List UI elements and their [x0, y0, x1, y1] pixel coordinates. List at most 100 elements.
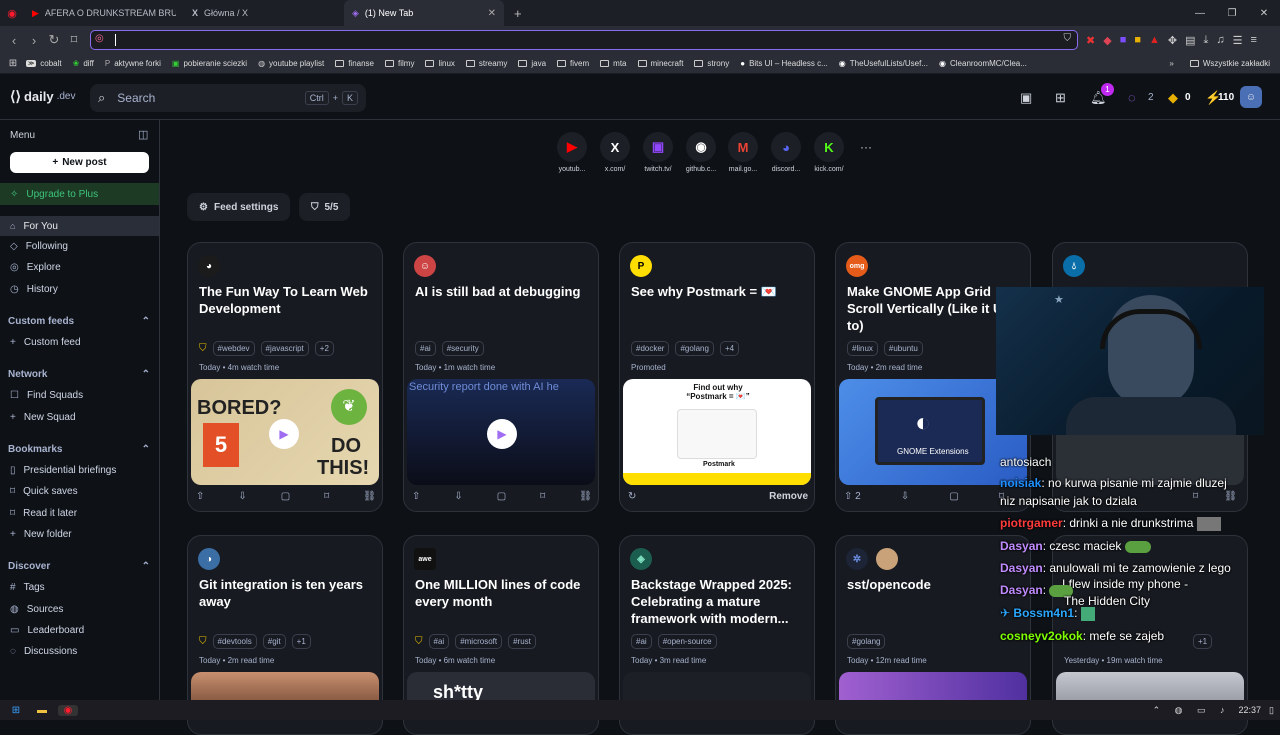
link-icon[interactable]: ⛓	[1224, 491, 1237, 502]
tag[interactable]: #ai	[415, 341, 436, 356]
bookmark-item[interactable]: ◉ CleanroomMC/Clea...	[939, 59, 1027, 68]
more-shortcuts-icon[interactable]: ···	[860, 140, 872, 154]
feed-settings-button[interactable]: ⚙︎ Feed settings	[187, 193, 291, 221]
play-icon[interactable]: ▶	[269, 419, 299, 449]
downvote-icon[interactable]: ⇩	[901, 491, 909, 502]
reload-icon[interactable]: ↻	[44, 32, 64, 48]
new-post-button[interactable]: + New post	[10, 152, 149, 173]
sidebar-item-presidential-briefings[interactable]: ▯ Presidential briefings	[10, 465, 116, 476]
opera-menu-icon[interactable]: ◉	[0, 7, 24, 20]
tag[interactable]: #golang	[675, 341, 714, 356]
close-tab-icon[interactable]: ✕	[488, 8, 496, 19]
extension-pink-icon[interactable]: ◆	[1103, 34, 1111, 47]
tag[interactable]: #golang	[847, 634, 886, 649]
source-avatar[interactable]: ✲	[846, 548, 868, 570]
source-avatar[interactable]: omg	[846, 255, 868, 277]
bookmark-folder[interactable]: filmy	[385, 59, 414, 68]
comment-icon[interactable]: ▢	[281, 491, 290, 502]
apps-grid-icon[interactable]: ⊞	[0, 58, 26, 69]
new-tab-icon[interactable]: +	[514, 6, 522, 21]
tag[interactable]: #rust	[508, 634, 536, 649]
bookmark-item[interactable]: Paktywne forki	[105, 59, 161, 68]
sidebar-item-new-folder[interactable]: + New folder	[10, 529, 72, 540]
opera-taskbar-icon[interactable]: ◉	[58, 704, 78, 716]
shortcut-kick[interactable]: Kkick.com/	[809, 132, 849, 173]
coin-icon[interactable]: ◆	[1168, 90, 1178, 106]
source-avatar[interactable]: 💧︎	[1063, 255, 1085, 277]
bookmark-folder[interactable]: minecraft	[637, 59, 683, 68]
notifications-icon[interactable]: ▯	[1269, 705, 1274, 716]
tag[interactable]: #javascript	[260, 341, 309, 356]
tag[interactable]: #open-source	[657, 634, 717, 649]
extension-purple-icon[interactable]: ■	[1120, 34, 1127, 46]
source-avatar[interactable]: ☺	[414, 255, 436, 277]
sidebar-item-quick-saves[interactable]: ⌑ Quick saves	[10, 486, 78, 497]
bookmark-folder[interactable]: strony	[694, 59, 729, 68]
tab-youtube[interactable]: ▶ AFERA O DRUNKSTREAM BRUCEI!? N	[24, 0, 184, 26]
bookmark-folder[interactable]: linux	[425, 59, 455, 68]
post-thumbnail[interactable]: Security report done with AI he ▶	[407, 379, 595, 485]
post-title[interactable]: sst/opencode	[847, 576, 1025, 593]
back-icon[interactable]: ‹	[4, 33, 24, 48]
post-card[interactable]: ☺ AI is still bad at debugging #ai #secu…	[403, 242, 599, 512]
sidebar-item-leaderboard[interactable]: ▭ Leaderboard	[10, 625, 84, 636]
all-bookmarks[interactable]: Wszystkie zakładki	[1189, 59, 1270, 68]
sidebar-item-for-you[interactable]: ⌂ For You	[0, 216, 159, 236]
sidebar-item-sources[interactable]: ◍ Sources	[10, 604, 63, 615]
address-input[interactable]: ◎ ⛉	[90, 30, 1078, 50]
section-discover[interactable]: Discover ⌃	[8, 561, 150, 572]
refresh-icon[interactable]: ↻	[628, 491, 636, 502]
tab-x[interactable]: X Główna / X	[184, 0, 344, 26]
upvote-icon[interactable]: ⇧	[412, 491, 420, 502]
comment-icon[interactable]: ▢	[497, 491, 506, 502]
avatar[interactable]: ☺	[1240, 86, 1262, 108]
source-avatar[interactable]: awe	[414, 548, 436, 570]
shortcut-twitch[interactable]: ▣ twitch.tv/	[638, 132, 678, 173]
downvote-icon[interactable]: ⇩	[238, 491, 246, 502]
tag[interactable]: #webdev	[212, 341, 255, 356]
tag[interactable]: #security	[441, 341, 484, 356]
tag[interactable]: #ubuntu	[883, 341, 923, 356]
minimize-icon[interactable]: —	[1184, 8, 1216, 19]
tab-new-tab[interactable]: ◈ (1) New Tab ✕	[344, 0, 504, 26]
tag[interactable]: #ai	[428, 634, 450, 649]
tag[interactable]: #microsoft	[455, 634, 503, 649]
tag[interactable]: +1	[291, 634, 311, 649]
apps-icon[interactable]: ⊞	[1055, 90, 1066, 106]
post-thumbnail[interactable]: BORED? 5 ❦ DO THIS! ▶	[191, 379, 379, 485]
collapse-sidebar-icon[interactable]: ◫	[138, 128, 148, 141]
feed-count-button[interactable]: ⛉ 5/5	[299, 193, 351, 221]
source-avatar[interactable]: ◈	[630, 548, 652, 570]
shortcut-youtube[interactable]: ▶ youtub...	[552, 132, 592, 173]
bookmark-folder[interactable]: streamy	[465, 59, 507, 68]
sidebar-item-tags[interactable]: # Tags	[10, 582, 45, 593]
upvote-icon[interactable]: ⇧	[196, 491, 204, 502]
bookmark-item[interactable]: ≫ cobalt	[26, 59, 62, 68]
link-icon[interactable]: ⛓	[363, 491, 376, 502]
bookmark-folder[interactable]: fivem	[557, 59, 589, 68]
post-card[interactable]: ◕ The Fun Way To Learn Web Development ⛉…	[187, 242, 383, 512]
forward-icon[interactable]: ›	[24, 33, 44, 48]
restore-icon[interactable]: ❐	[1216, 8, 1248, 19]
tag[interactable]: #devtools	[212, 634, 257, 649]
post-title[interactable]: Backstage Wrapped 2025: Celebrating a ma…	[631, 576, 809, 627]
comment-icon[interactable]: ▢	[949, 491, 958, 502]
remove-button[interactable]: Remove	[769, 491, 808, 502]
post-title[interactable]: The Fun Way To Learn Web Development	[199, 283, 377, 317]
bookmark-icon[interactable]: ⌑	[1193, 491, 1198, 502]
file-explorer-icon[interactable]: ▬	[32, 705, 52, 716]
download-icon[interactable]: ⤓	[1204, 34, 1209, 47]
source-avatar[interactable]: ◑	[198, 548, 220, 570]
sidebar-item-find-squads[interactable]: ☐ Find Squads	[10, 390, 83, 401]
shortcut-gmail[interactable]: Mmail.go...	[723, 132, 763, 173]
vpn-shield-icon[interactable]: ⛉	[1064, 33, 1072, 44]
sidebar-item-custom-feed[interactable]: + Custom feed	[10, 337, 81, 348]
bookmark-page-icon[interactable]: ⌑	[64, 32, 84, 48]
upgrade-to-plus-button[interactable]: ✧ Upgrade to Plus	[0, 183, 159, 205]
post-title[interactable]: Git integration is ten years away	[199, 576, 377, 610]
tag[interactable]: #linux	[847, 341, 878, 356]
briefcase-icon[interactable]: ▣	[1020, 90, 1032, 106]
source-avatar[interactable]: P	[630, 255, 652, 277]
play-icon[interactable]: ▶	[487, 419, 517, 449]
bookmark-folder[interactable]: mta	[600, 59, 627, 68]
